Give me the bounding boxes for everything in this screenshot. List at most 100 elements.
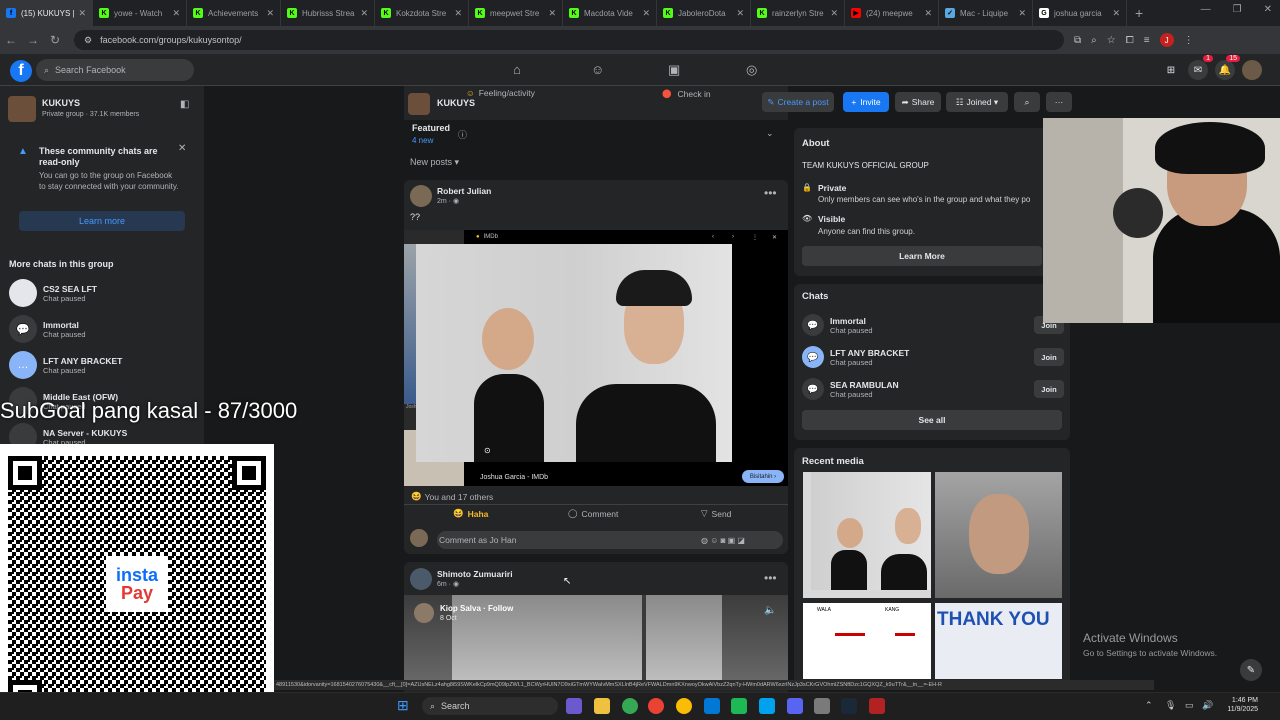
shared-author[interactable]: Kiop Salva · Follow bbox=[440, 604, 513, 613]
chrome-icon[interactable] bbox=[622, 698, 638, 714]
mute-icon[interactable]: 🔈 bbox=[764, 605, 776, 616]
profile-avatar[interactable]: J bbox=[1159, 33, 1174, 47]
browser-tab[interactable]: ▶ (24) meepwe ✕ bbox=[845, 0, 939, 26]
volume-icon[interactable]: 🔊 bbox=[1202, 700, 1213, 711]
notifications-icon[interactable]: 🔔 15 bbox=[1215, 55, 1240, 80]
browser-tab[interactable]: ✓ Mac - Liquipe ✕ bbox=[939, 0, 1033, 26]
close-tab-icon[interactable]: ✕ bbox=[360, 8, 368, 19]
close-tab-icon[interactable]: ✕ bbox=[924, 8, 932, 19]
browser-menu-icon[interactable]: ⋮ bbox=[1184, 35, 1194, 46]
info-icon[interactable]: ⓘ bbox=[458, 128, 467, 141]
chat-item[interactable]: 💬 Immortal Chat paused bbox=[9, 314, 199, 344]
browser-tab[interactable]: K Kokzdota Stre ✕ bbox=[375, 0, 469, 26]
browser-tab[interactable]: Krainzerlyn Stre ✕ bbox=[751, 0, 845, 26]
system-clock[interactable]: 1:46 PM 11/9/2025 bbox=[1227, 696, 1258, 714]
reaction-summary[interactable]: 😆 You and 17 others bbox=[411, 491, 493, 502]
browser-tab[interactable]: K Macdota Vide ✕ bbox=[563, 0, 657, 26]
chat-item[interactable]: 💬 Immortal Chat paused Join bbox=[802, 311, 1064, 339]
checkin-button[interactable]: ⬤ Check in bbox=[662, 88, 711, 99]
bookmark-star-icon[interactable]: ☆ bbox=[1107, 35, 1116, 46]
copilot-icon[interactable] bbox=[566, 698, 582, 714]
post-time[interactable]: 6m · ◉ bbox=[437, 580, 459, 588]
close-tab-icon[interactable]: ✕ bbox=[172, 8, 180, 19]
join-button[interactable]: Join bbox=[1034, 380, 1064, 398]
send-button[interactable]: ▽ Send bbox=[701, 508, 731, 519]
groups-icon[interactable]: ◎ bbox=[746, 62, 757, 78]
facebook-search-input[interactable]: ⌕ Search Facebook bbox=[36, 59, 194, 81]
network-icon[interactable]: ▭ bbox=[1185, 700, 1194, 711]
friends-icon[interactable]: ☺ bbox=[591, 62, 604, 77]
browser-tab[interactable]: Kyowe - Watch ✕ bbox=[93, 0, 187, 26]
create-post-button[interactable]: ✎ Create a post bbox=[762, 92, 834, 112]
browser-tab[interactable]: f (15) KUKUYS | ✕ bbox=[0, 0, 93, 26]
close-tab-icon[interactable]: ✕ bbox=[642, 8, 650, 19]
windows-start-icon[interactable]: ⊞ bbox=[397, 697, 409, 714]
post-options-icon[interactable]: ••• bbox=[764, 571, 777, 585]
menu-grid-icon[interactable]: ⊞ bbox=[1161, 60, 1181, 80]
prev-icon[interactable]: ‹ bbox=[712, 234, 714, 240]
close-window-icon[interactable]: ✕ bbox=[1264, 4, 1272, 15]
haha-button[interactable]: 😆 Haha bbox=[453, 508, 488, 519]
facebook-logo-icon[interactable]: f bbox=[10, 60, 32, 82]
learn-more-button[interactable]: Learn more bbox=[19, 211, 185, 231]
chat-item[interactable]: 💬 SEA RAMBULAN Chat paused Join bbox=[802, 375, 1064, 403]
video-icon[interactable]: ▣ bbox=[668, 62, 680, 78]
url-field[interactable]: ⚙ facebook.com/groups/kukuysontop/ bbox=[74, 30, 1064, 50]
close-tab-icon[interactable]: ✕ bbox=[78, 8, 86, 19]
steam-icon[interactable] bbox=[841, 698, 857, 714]
share-button[interactable]: ➦ Share bbox=[895, 92, 941, 112]
post-author-name[interactable]: Robert Julian bbox=[437, 186, 491, 196]
more-icon[interactable]: ⋮ bbox=[752, 234, 758, 241]
post-time[interactable]: 2m · ◉ bbox=[437, 197, 459, 205]
reload-icon[interactable]: ↻ bbox=[44, 33, 66, 47]
close-tab-icon[interactable]: ✕ bbox=[830, 8, 838, 19]
close-tab-icon[interactable]: ✕ bbox=[548, 8, 556, 19]
close-tab-icon[interactable]: ✕ bbox=[1112, 8, 1120, 19]
invite-button[interactable]: + Invite bbox=[843, 92, 889, 112]
dota-icon[interactable] bbox=[869, 698, 885, 714]
lens-icon[interactable]: ⊙ bbox=[484, 446, 491, 455]
app-green-icon[interactable] bbox=[731, 698, 747, 714]
post-image[interactable]: Joshua Garcia - Josh... ● IMDb ‹ › ⋮ ✕ ⊙… bbox=[404, 230, 788, 486]
media-thumb[interactable] bbox=[935, 472, 1062, 598]
new-posts-sort[interactable]: New posts ▾ bbox=[410, 157, 459, 168]
maximize-icon[interactable]: ❐ bbox=[1233, 4, 1242, 15]
browser-tab[interactable]: Kmeepwet Stre ✕ bbox=[469, 0, 563, 26]
visit-button[interactable]: Bisitahin › bbox=[742, 470, 784, 483]
calculator-icon[interactable] bbox=[814, 698, 830, 714]
chat-item[interactable]: … LFT ANY BRACKET Chat paused bbox=[9, 350, 199, 380]
collapse-panel-icon[interactable]: ◧ bbox=[180, 99, 189, 110]
close-embed-icon[interactable]: ✕ bbox=[772, 234, 777, 241]
chat-item[interactable]: CS2 SEA LFT Chat paused bbox=[9, 278, 199, 308]
browser-tab[interactable]: K Achievements ✕ bbox=[187, 0, 281, 26]
taskbar-search[interactable]: ⌕ Search bbox=[422, 697, 558, 715]
media-thumb[interactable]: WALA KANG bbox=[803, 603, 931, 679]
next-icon[interactable]: › bbox=[732, 234, 734, 240]
group-search-button[interactable]: ⌕ bbox=[1014, 92, 1040, 112]
discord-icon[interactable] bbox=[787, 698, 803, 714]
close-tab-icon[interactable]: ✕ bbox=[736, 8, 744, 19]
shared-author-avatar[interactable] bbox=[414, 603, 434, 623]
post-author-avatar[interactable] bbox=[410, 568, 432, 590]
chevron-down-icon[interactable]: ⌄ bbox=[766, 128, 774, 139]
file-explorer-icon[interactable] bbox=[594, 698, 610, 714]
join-button[interactable]: Join bbox=[1034, 348, 1064, 366]
zoom-icon[interactable]: ⌕ bbox=[1091, 35, 1097, 46]
feeling-button[interactable]: ☺ Feeling/activity bbox=[466, 88, 535, 98]
site-info-icon[interactable]: ⚙ bbox=[84, 35, 92, 46]
messenger-icon[interactable]: ✉ 1 bbox=[1188, 55, 1213, 80]
snipping-icon[interactable] bbox=[704, 698, 720, 714]
commenter-avatar[interactable] bbox=[410, 529, 428, 547]
microphone-icon[interactable]: 🎙 bbox=[1165, 700, 1176, 711]
about-learn-more-button[interactable]: Learn More bbox=[802, 246, 1042, 266]
chat-item[interactable]: 💬 LFT ANY BRACKET Chat paused Join bbox=[802, 343, 1064, 371]
extensions-icon[interactable]: ⧠ bbox=[1126, 35, 1134, 46]
post-author-avatar[interactable] bbox=[410, 185, 432, 207]
tray-chevron-icon[interactable]: ⌃ bbox=[1145, 700, 1153, 711]
browser-tab[interactable]: Gjoshua garcia ✕ bbox=[1033, 0, 1127, 26]
close-tab-icon[interactable]: ✕ bbox=[454, 8, 462, 19]
home-icon[interactable]: ⌂ bbox=[513, 62, 521, 77]
install-icon[interactable]: ⧉ bbox=[1074, 35, 1081, 46]
group-avatar[interactable] bbox=[8, 96, 36, 122]
media-icon[interactable]: ≡ bbox=[1144, 35, 1150, 46]
